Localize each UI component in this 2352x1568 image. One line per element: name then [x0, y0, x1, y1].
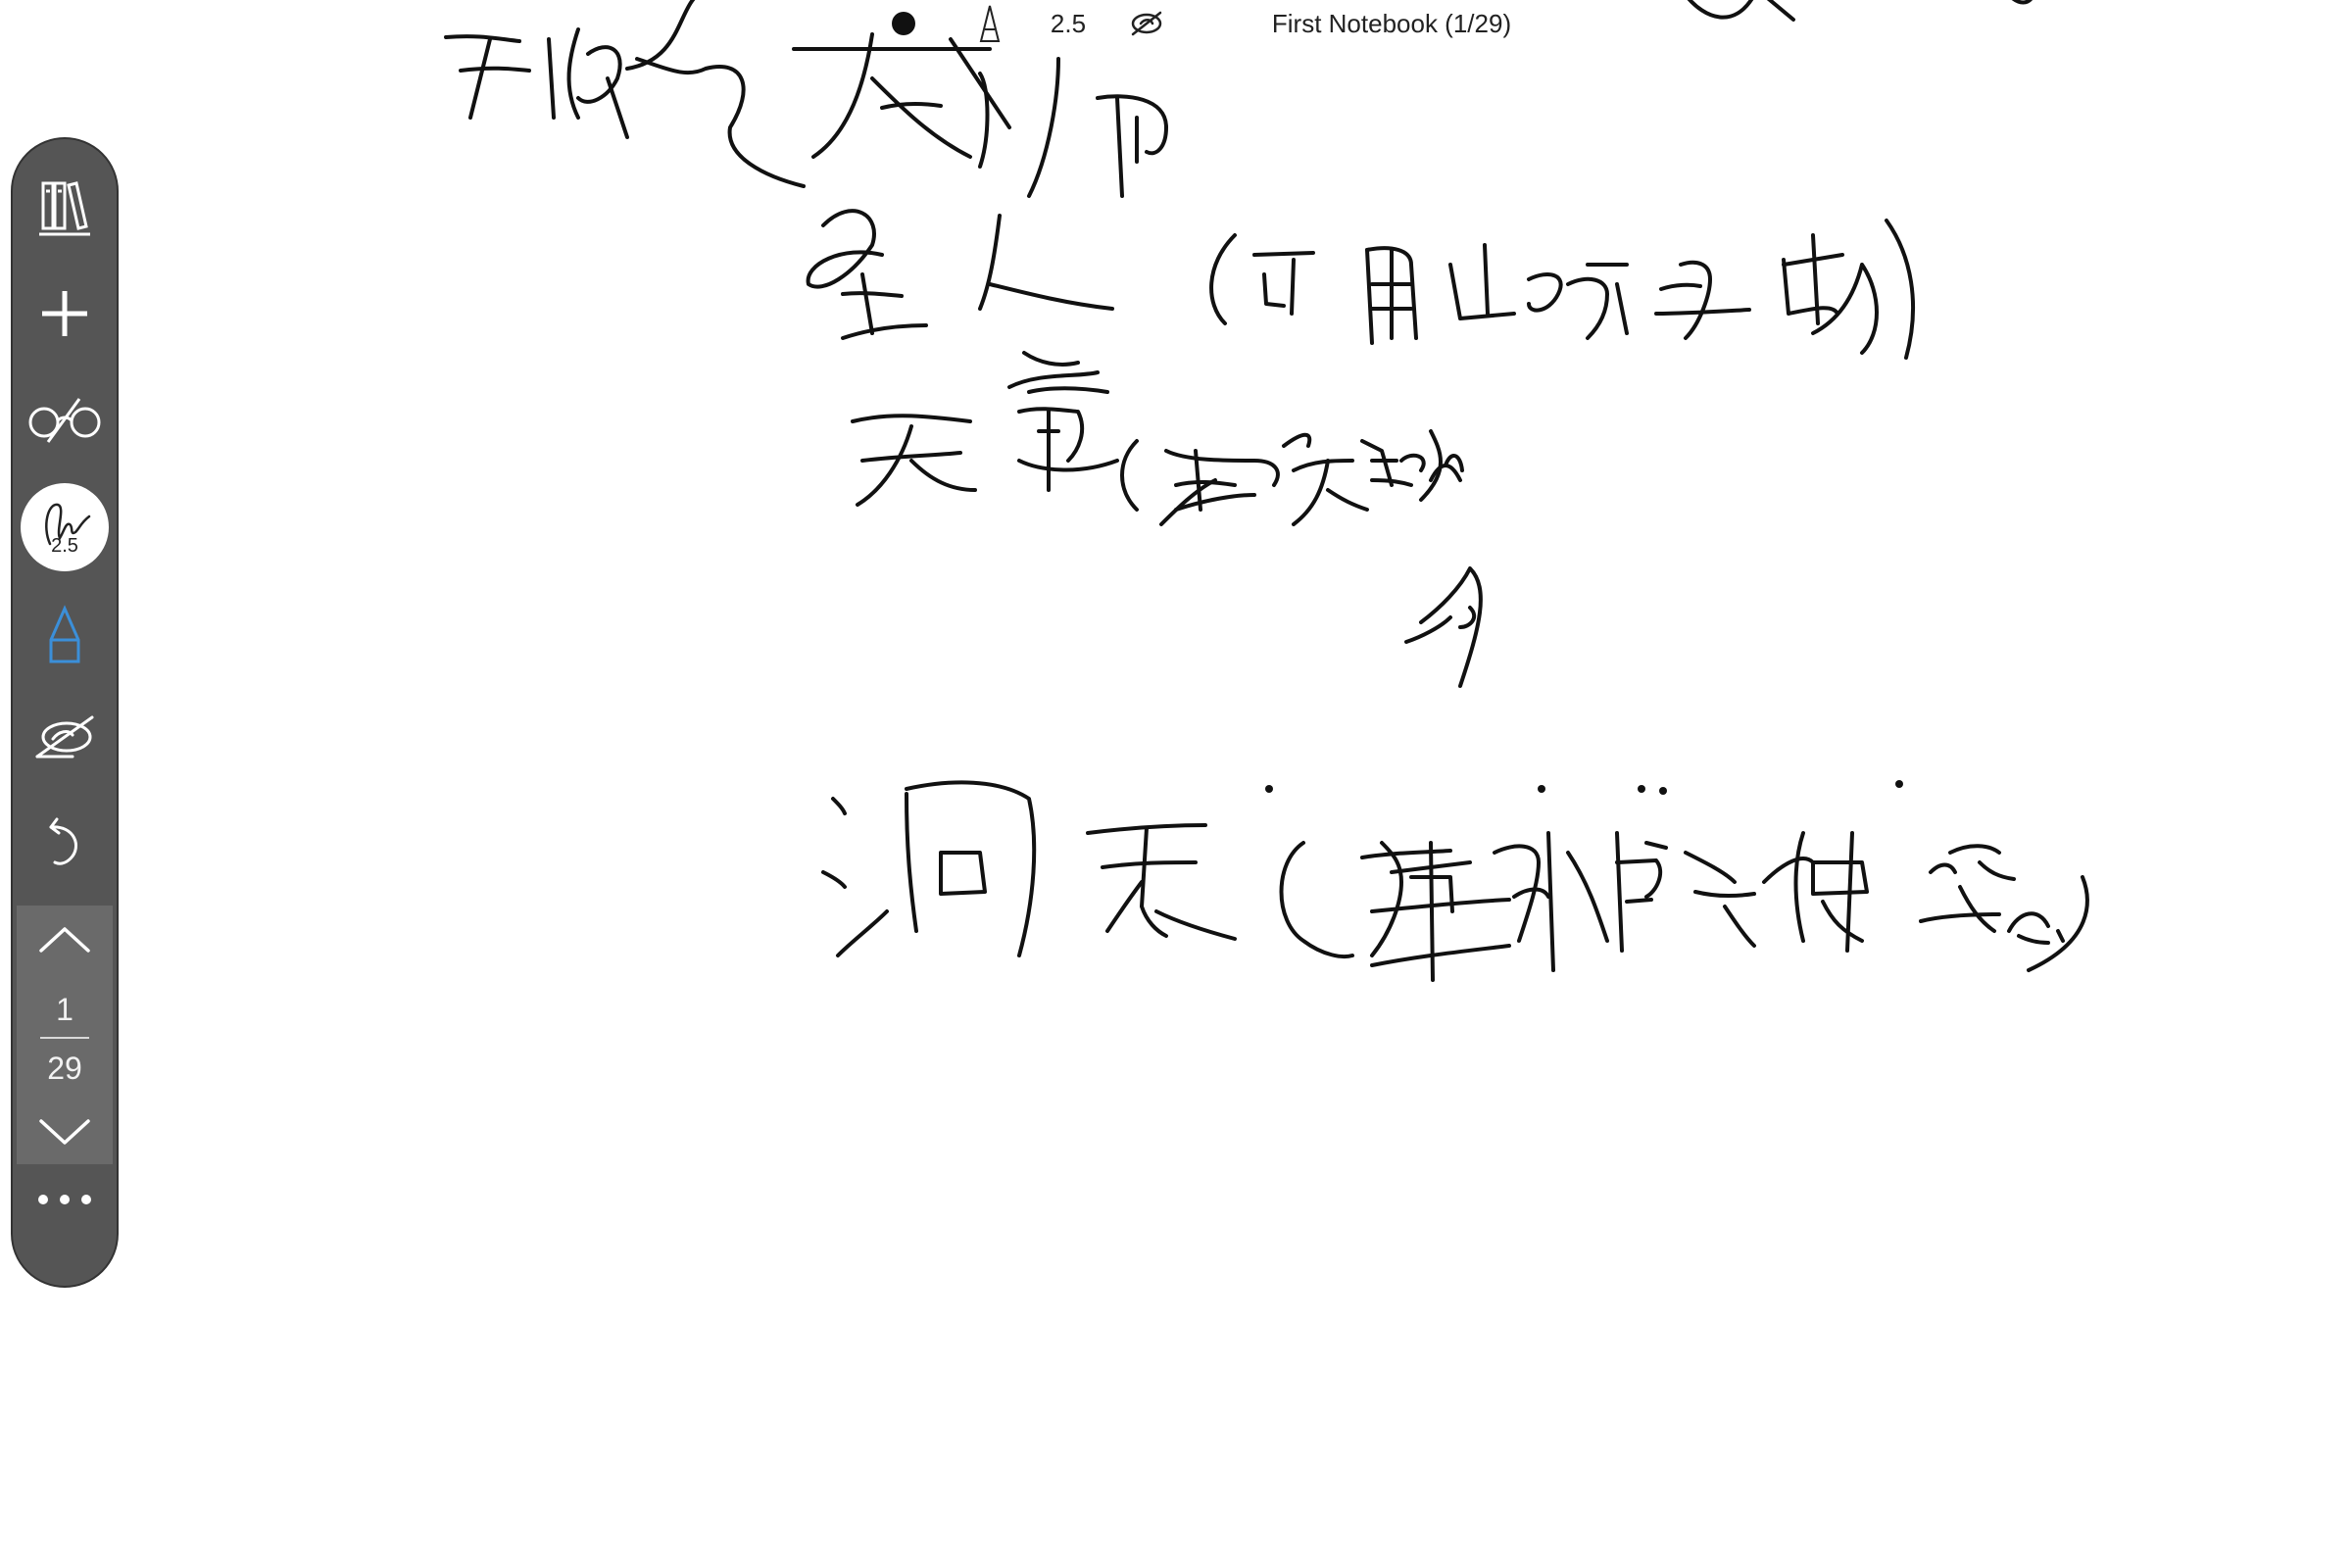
- highlighter-icon: [49, 605, 80, 663]
- handwriting-canvas[interactable]: [0, 0, 2352, 1568]
- chevron-up-icon: [39, 927, 90, 953]
- glasses-icon: [28, 398, 101, 443]
- side-toolbar: 2.5 1 29: [11, 137, 119, 1288]
- previous-page-button[interactable]: [17, 906, 113, 974]
- pen-settings-button[interactable]: 2.5: [13, 478, 117, 576]
- undo-button[interactable]: [13, 792, 117, 890]
- pen-size-indicator: 2.5: [21, 483, 109, 571]
- undo-icon: [49, 817, 77, 865]
- current-page: 1: [56, 992, 74, 1027]
- chevron-down-icon: [39, 1119, 90, 1145]
- eraser-icon: [35, 715, 94, 759]
- more-button[interactable]: [13, 1151, 117, 1249]
- add-page-button[interactable]: [13, 265, 117, 363]
- library-button[interactable]: [13, 159, 117, 257]
- pen-signature-icon: [45, 503, 91, 546]
- plus-icon: [42, 291, 87, 336]
- books-icon: [39, 181, 90, 236]
- eraser-button[interactable]: [13, 688, 117, 786]
- highlighter-button[interactable]: [13, 586, 117, 684]
- page-divider: [40, 1037, 89, 1039]
- page-navigator: 1 29: [17, 906, 113, 1164]
- view-mode-button[interactable]: [13, 370, 117, 468]
- pen-size-label: 2.5: [51, 535, 78, 557]
- total-pages: 29: [47, 1051, 82, 1086]
- ink-strokes: [444, 0, 2089, 982]
- more-icon: [38, 1195, 91, 1204]
